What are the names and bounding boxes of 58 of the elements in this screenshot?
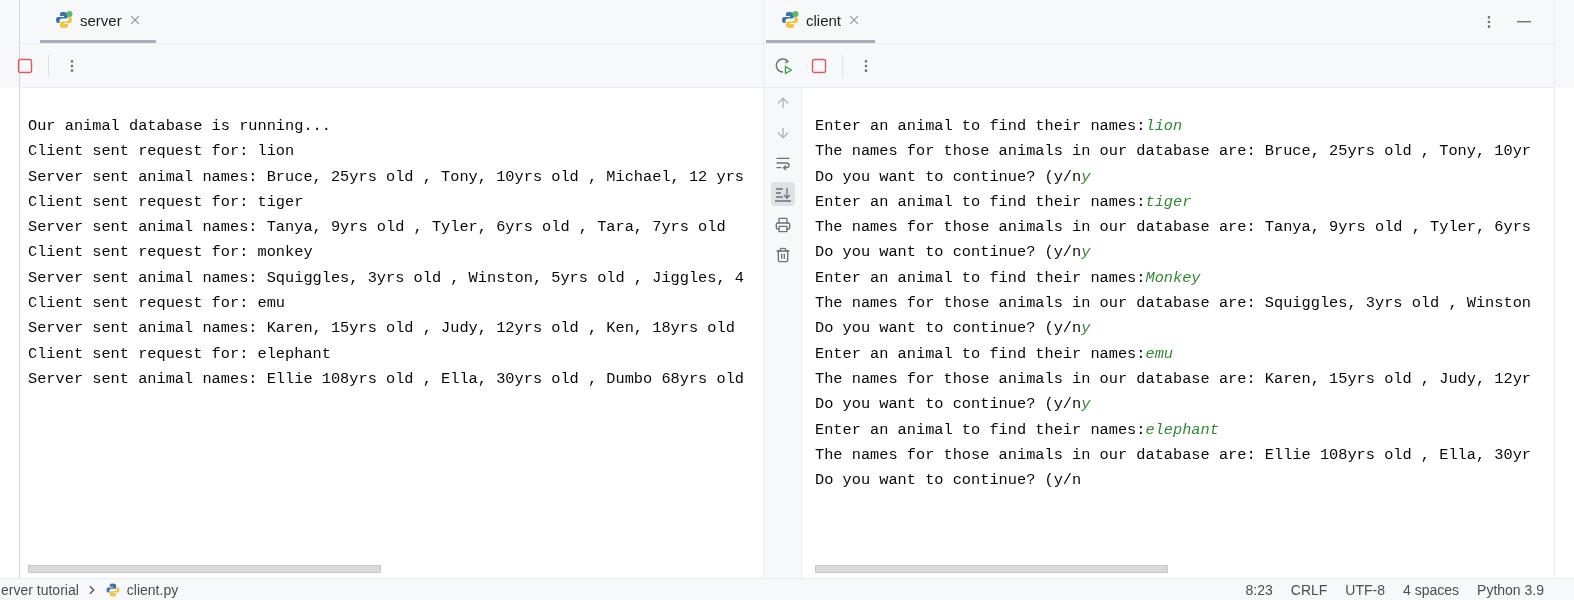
printer-icon [774, 217, 791, 233]
rerun-icon [775, 56, 793, 75]
breadcrumb[interactable]: client.py [126, 581, 179, 598]
console-line: Server sent animal names: Ellie 108yrs old , Ella, 30yrs old , Dumbo 68yrs old [28, 369, 744, 388]
console-line: The names for those animals in our database are: Karen, 15yrs old , Judy, 12yr [815, 369, 1531, 388]
scroll-to-end-button[interactable] [770, 182, 795, 206]
console-line: Server sent animal names: Karen, 15yrs old , Judy, 12yrs old , Ken, 18yrs old [28, 319, 735, 338]
python-icon [780, 10, 800, 30]
console-line: Do you want to continue? (y/n [815, 471, 1082, 490]
input-text: tiger [1145, 192, 1192, 211]
console-line: Client sent request for: lion [28, 142, 295, 161]
console-line: Server sent animal names: Tanya, 9yrs old , Tyler, 6yrs old , Tara, 7yrs old [28, 218, 726, 237]
console-line: Do you want to continue? (y/n [815, 167, 1082, 186]
status-item[interactable]: UTF-8 [1345, 581, 1385, 598]
status-item[interactable]: 8:23 [1245, 581, 1273, 598]
soft-wrap-icon [774, 155, 791, 171]
input-text: lion [1145, 117, 1183, 135]
input-text: y [1081, 167, 1091, 186]
console-line: Client sent request for: emu [28, 294, 286, 313]
breadcrumb[interactable]: erver tutorial [1, 581, 79, 598]
scroll-to-end-icon [773, 185, 792, 203]
console-line: Enter an animal to find their names: [815, 420, 1146, 439]
input-text: y [1081, 319, 1091, 338]
console-line: Enter an animal to find their names: [815, 117, 1146, 135]
console-line: Client sent request for: monkey [28, 243, 313, 262]
scrollbar-thumb[interactable] [28, 565, 381, 573]
status-item[interactable]: CRLF [1290, 581, 1328, 598]
trash-icon [774, 247, 791, 263]
console-line: Do you want to continue? (y/n [815, 319, 1082, 338]
status-item[interactable]: 4 spaces [1403, 581, 1460, 598]
minimize-icon [1517, 20, 1531, 23]
console-line: The names for those animals in our database are: Ellie 108yrs old , Ella, 30yr [815, 445, 1531, 464]
console-line: Enter an animal to find their names: [815, 344, 1146, 363]
python-icon [54, 10, 74, 30]
console-line: Do you want to continue? (y/n [815, 243, 1082, 262]
console-line: The names for those animals in our database are: Squiggles, 3yrs old , Winston [815, 294, 1531, 313]
python-icon [104, 581, 121, 598]
tab-label: client [806, 11, 842, 29]
console-line: Server sent animal names: Squiggles, 3yrs old , Winston, 5yrs old , Jiggles, 4 [28, 268, 744, 287]
input-text: elephant [1145, 420, 1219, 439]
console-line: Client sent request for: tiger [28, 192, 304, 211]
input-text: Monkey [1145, 268, 1201, 287]
console-line: Client sent request for: elephant [28, 344, 331, 363]
scrollbar-thumb[interactable] [815, 565, 1168, 573]
console-line: The names for those animals in our database are: Tanya, 9yrs old , Tyler, 6yrs [815, 218, 1531, 237]
console-line: Our animal database is running... [28, 117, 331, 135]
tab-label: server [80, 11, 122, 29]
stop-icon [811, 57, 827, 74]
console-line: Do you want to continue? (y/n [815, 395, 1082, 414]
input-text: y [1081, 243, 1091, 262]
input-text: y [1081, 395, 1091, 414]
console-line: Enter an animal to find their names: [815, 268, 1146, 287]
stop-icon [17, 57, 33, 74]
console-line: Enter an animal to find their names: [815, 192, 1146, 211]
status-item[interactable]: Python 3.9 [1477, 581, 1544, 598]
console-line: Server sent animal names: Bruce, 25yrs old , Tony, 10yrs old , Michael, 12 yrs [28, 167, 744, 186]
console-line: The names for those animals in our database are: Bruce, 25yrs old , Tony, 10yr [815, 142, 1531, 161]
input-text: emu [1145, 344, 1173, 363]
